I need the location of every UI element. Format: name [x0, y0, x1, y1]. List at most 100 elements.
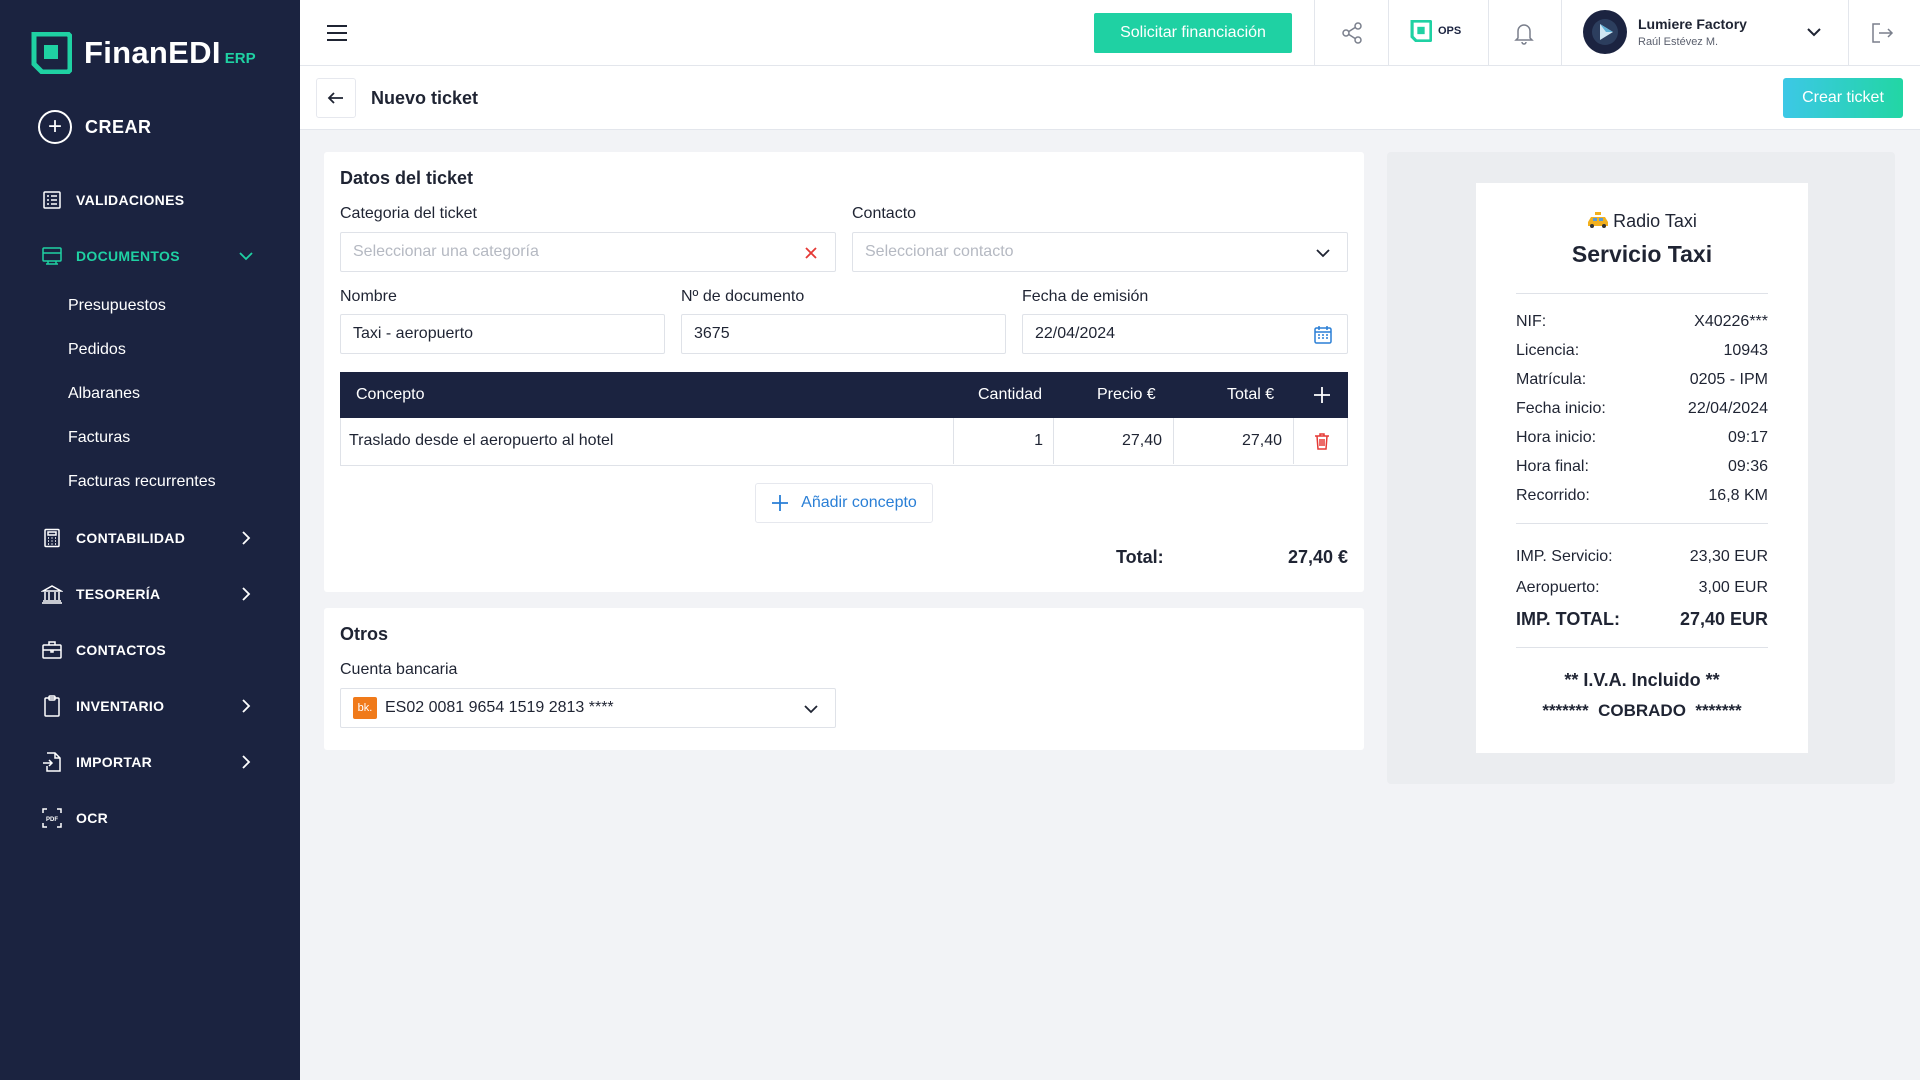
receipt-value: 0205 - IPM [1689, 371, 1768, 388]
create-ticket-button[interactable]: Crear ticket [1783, 78, 1903, 118]
company-selector[interactable]: Lumiere Factory Raúl Estévez M. [1583, 10, 1747, 54]
receipt-divider [1516, 647, 1768, 648]
concept-cell[interactable]: Traslado desde el aeropuerto al hotel [349, 418, 949, 464]
sidebar-item-tesoreria[interactable]: TESORERÍA [0, 566, 300, 622]
sidebar-item-importar[interactable]: IMPORTAR [0, 734, 300, 790]
taxi-icon [1587, 211, 1609, 233]
create-button[interactable]: + CREAR [38, 110, 152, 144]
receipt-divider [1516, 293, 1768, 294]
divider [1388, 0, 1389, 66]
chevron-down-icon[interactable] [1804, 22, 1824, 42]
document-number-input[interactable]: 3675 [681, 314, 1006, 354]
sidebar: FinanEDI ERP + CREAR VALIDACIONES DOCUME… [0, 0, 300, 1080]
concepts-table-header: Concepto Cantidad Precio € Total € [340, 372, 1348, 418]
column-header-total: Total € [1227, 386, 1275, 403]
sidebar-item-label: INVENTARIO [76, 698, 165, 714]
receipt-total-value: 27,40 EUR [1679, 609, 1768, 629]
sidebar-subitem-albaranes[interactable]: Albaranes [0, 372, 300, 416]
add-concept-label: Añadir concepto [801, 494, 917, 511]
clipboard-icon [40, 694, 64, 718]
sidebar-item-label: DOCUMENTOS [76, 248, 180, 264]
sidebar-item-inventario[interactable]: INVENTARIO [0, 678, 300, 734]
plus-icon [772, 495, 789, 511]
hamburger-menu-icon[interactable] [324, 20, 350, 46]
documents-icon [40, 244, 64, 268]
ops-button[interactable]: OPS [1410, 20, 1461, 42]
quantity-cell[interactable]: 1 [953, 418, 1051, 464]
sidebar-subitem-facturas[interactable]: Facturas [0, 416, 300, 460]
brand-suffix: ERP [224, 49, 256, 67]
sidebar-item-documentos[interactable]: DOCUMENTOS [0, 228, 300, 284]
receipt-row-aeropuerto: Aeropuerto: 3,00 EUR [1516, 579, 1768, 597]
receipt-row-matricula: Matrícula: 0205 - IPM [1516, 371, 1768, 389]
plus-circle-icon: + [38, 110, 72, 144]
share-icon[interactable] [1339, 20, 1365, 46]
finanedi-logo-icon [31, 32, 72, 74]
play-logo-icon [1592, 19, 1618, 45]
issue-date-value: 22/04/2024 [1035, 325, 1116, 342]
receipt-divider [1516, 523, 1768, 524]
bell-icon[interactable] [1511, 20, 1537, 46]
column-header-quantity: Cantidad [978, 386, 1043, 403]
sidebar-item-validaciones[interactable]: VALIDACIONES [0, 172, 300, 228]
chevron-right-icon [242, 755, 251, 769]
receipt-row-total: IMP. TOTAL: 27,40 EUR [1516, 609, 1768, 630]
chevron-down-icon [1316, 249, 1330, 258]
company-name: Lumiere Factory [1638, 16, 1747, 32]
page-title: Nuevo ticket [371, 88, 479, 108]
create-label: CREAR [85, 116, 152, 137]
back-button[interactable] [316, 78, 356, 118]
request-financing-button[interactable]: Solicitar financiación [1094, 13, 1292, 53]
sidebar-subitem-pedidos[interactable]: Pedidos [0, 328, 300, 372]
sidebar-subitem-facturas-recurrentes[interactable]: Facturas recurrentes [0, 460, 300, 504]
name-value: Taxi - aeropuerto [353, 325, 474, 342]
sidebar-item-label: OCR [76, 810, 109, 826]
sidebar-item-label: CONTABILIDAD [76, 530, 186, 546]
bank-account-select[interactable]: bk. ES02 0081 9654 1519 2813 **** [340, 688, 836, 728]
receipt-value: 22/04/2024 [1687, 400, 1768, 417]
receipt-row-recorrido: Recorrido: 16,8 KM [1516, 487, 1768, 505]
clear-x-icon[interactable] [801, 243, 821, 263]
sidebar-nav: VALIDACIONES DOCUMENTOS Presupuestos Ped… [0, 172, 300, 846]
receipt-value: 10943 [1723, 342, 1769, 359]
sidebar-item-contabilidad[interactable]: CONTABILIDAD [0, 510, 300, 566]
receipt-label: Licencia: [1516, 342, 1580, 359]
add-concept-button[interactable]: Añadir concepto [755, 483, 933, 523]
receipt-value: 16,8 KM [1708, 487, 1768, 504]
logout-icon[interactable] [1869, 20, 1895, 46]
issue-date-label: Fecha de emisión [1022, 288, 1149, 305]
receipt-value: X40226*** [1694, 313, 1768, 330]
add-row-plus-icon[interactable] [1312, 385, 1332, 405]
cell-divider [1293, 418, 1294, 464]
bank-logo-icon: bk. [353, 697, 377, 719]
divider [1561, 0, 1562, 66]
calendar-icon[interactable] [1313, 325, 1333, 345]
total-amount: 27,40 € [1287, 547, 1348, 567]
contact-select[interactable]: Seleccionar contacto [852, 232, 1348, 272]
trash-icon[interactable] [1312, 431, 1332, 451]
price-value: 27,40 [1121, 432, 1162, 449]
receipt-row-licencia: Licencia: 10943 [1516, 342, 1768, 360]
receipt-value: 3,00 EUR [1698, 579, 1768, 596]
others-section-title: Otros [340, 624, 389, 644]
divider [1488, 0, 1489, 66]
brand-logo[interactable]: FinanEDI ERP [30, 28, 256, 78]
ops-label: OPS [1438, 25, 1462, 37]
divider [1848, 0, 1849, 66]
receipt-row-hora-final: Hora final: 09:36 [1516, 458, 1768, 476]
column-header-price: Precio € [1097, 386, 1156, 403]
sidebar-subitem-presupuestos[interactable]: Presupuestos [0, 284, 300, 328]
chevron-right-icon [242, 699, 251, 713]
receipt-image: Radio Taxi Servicio Taxi NIF: X40226*** L… [1476, 183, 1808, 753]
category-select[interactable]: Seleccionar una categoría [340, 232, 836, 272]
issue-date-input[interactable]: 22/04/2024 [1022, 314, 1348, 354]
price-cell[interactable]: 27,40 [1053, 418, 1170, 464]
receipt-paid-note: ******* COBRADO ******* [1542, 701, 1742, 720]
receipt-value: 09:17 [1727, 429, 1768, 446]
sidebar-item-contactos[interactable]: CONTACTOS [0, 622, 300, 678]
name-input[interactable]: Taxi - aeropuerto [340, 314, 665, 354]
receipt-value: 09:36 [1727, 458, 1768, 475]
receipt-row-nif: NIF: X40226*** [1516, 313, 1768, 331]
ticket-section-title: Datos del ticket [340, 168, 474, 188]
sidebar-item-ocr[interactable]: PDF OCR [0, 790, 300, 846]
